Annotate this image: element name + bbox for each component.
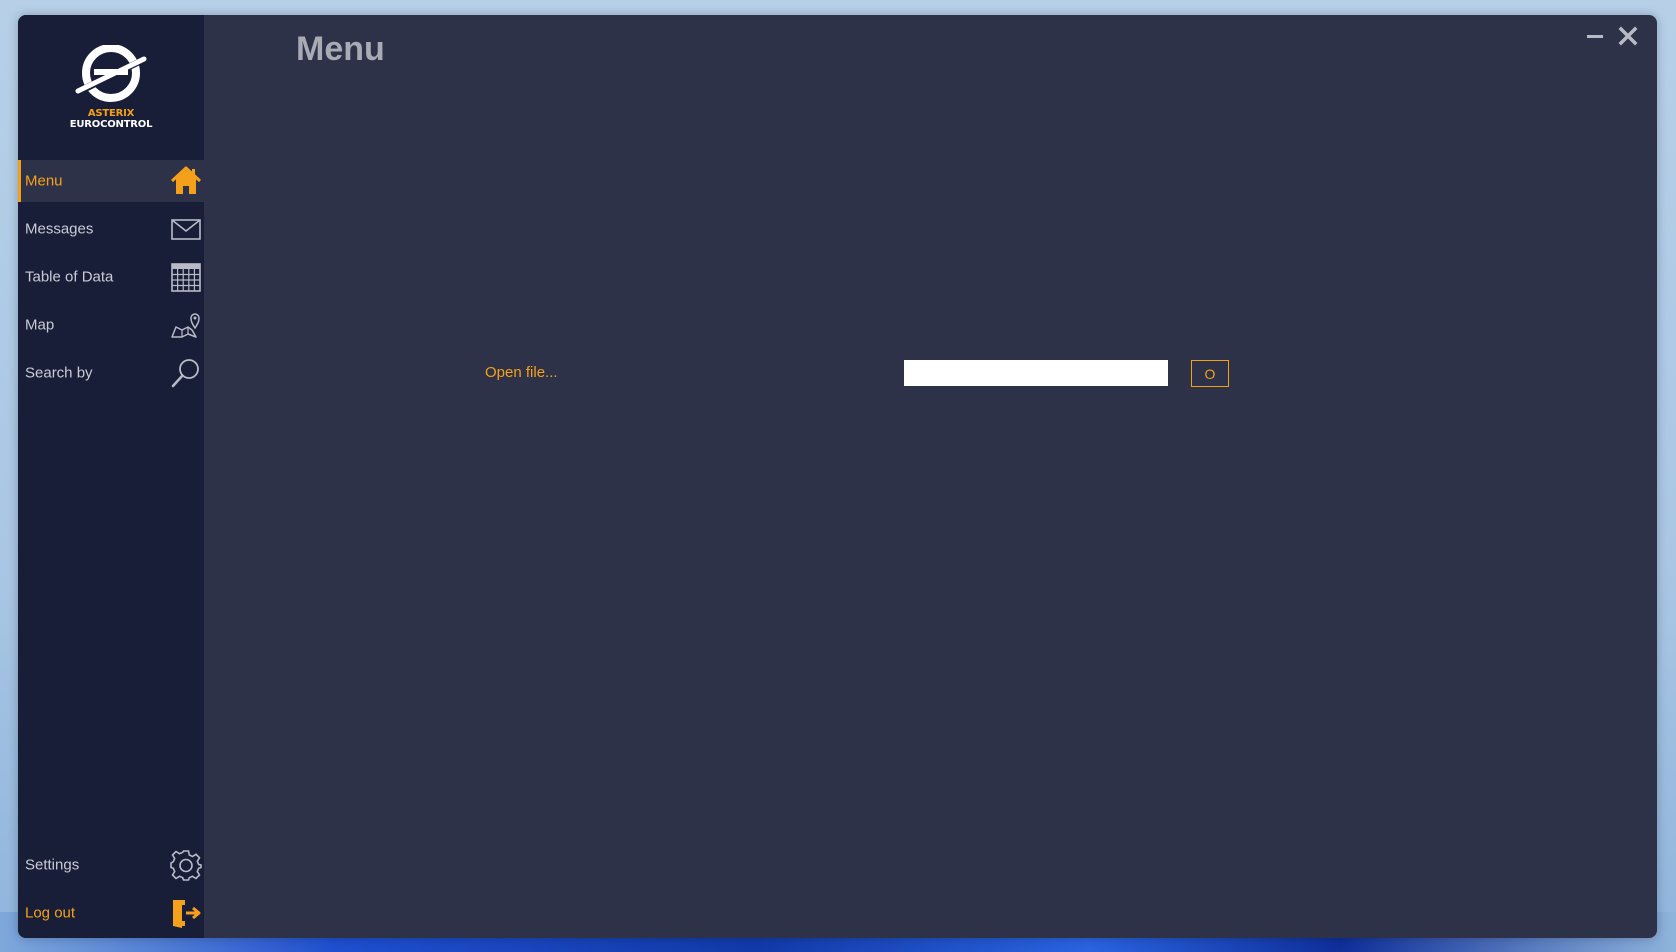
sidebar-item-label: Table of Data: [25, 268, 114, 286]
home-icon: [170, 166, 202, 194]
grid-icon: [171, 263, 201, 292]
logo-eurocontrol-text: EUROCONTROL: [69, 119, 153, 130]
sidebar-item-map[interactable]: Map: [18, 304, 204, 346]
sidebar-item-messages[interactable]: Messages: [18, 208, 204, 250]
open-file-link[interactable]: Open file...: [485, 364, 558, 381]
page-title: Menu: [296, 30, 385, 68]
sidebar-item-label: Log out: [25, 904, 76, 922]
sidebar-item-menu[interactable]: Menu: [18, 160, 204, 202]
file-path-input[interactable]: [904, 360, 1168, 386]
logout-icon: [173, 900, 201, 928]
search-icon: [171, 359, 199, 388]
sidebar-item-label: Search by: [25, 364, 93, 382]
sidebar-item-settings[interactable]: Settings: [18, 844, 204, 886]
app-window: ASTERIX EUROCONTROL Menu Messages Table …: [18, 15, 1657, 938]
eurocontrol-logo-icon: [75, 45, 147, 102]
sidebar-item-log-out[interactable]: Log out: [18, 892, 204, 934]
close-icon[interactable]: [1617, 25, 1639, 47]
gear-icon: [170, 850, 202, 881]
sidebar-item-label: Menu: [25, 172, 63, 190]
mail-icon: [171, 219, 201, 240]
sidebar-item-label: Map: [25, 316, 55, 334]
app-logo: ASTERIX EUROCONTROL: [18, 15, 204, 160]
minimize-icon[interactable]: [1584, 25, 1606, 47]
logo-asterix-text: ASTERIX: [87, 108, 135, 119]
sidebar-item-search-by[interactable]: Search by: [18, 352, 204, 394]
sidebar-item-label: Settings: [25, 856, 80, 874]
sidebar: ASTERIX EUROCONTROL Menu Messages Table …: [18, 15, 204, 938]
sidebar-item-label: Messages: [25, 220, 94, 238]
map-pin-icon: [171, 313, 200, 338]
open-file-button[interactable]: O: [1191, 360, 1229, 387]
sidebar-item-table-of-data[interactable]: Table of Data: [18, 256, 204, 298]
